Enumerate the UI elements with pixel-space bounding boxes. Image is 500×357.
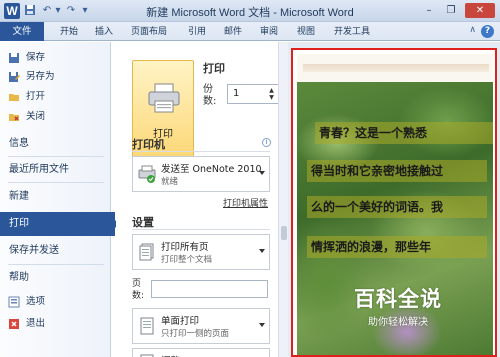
sidebar-item-label: 保存 xyxy=(26,52,46,63)
print-sides-select[interactable]: 单面打印 只打印一侧的页面 xyxy=(132,308,270,344)
info-icon[interactable]: i xyxy=(262,138,271,147)
sidebar-item-label: 打开 xyxy=(26,91,46,102)
page-header-band xyxy=(303,64,489,72)
printer-status: 就绪 xyxy=(161,177,179,187)
sidebar-item-new[interactable]: 新建 xyxy=(0,185,111,209)
options-icon xyxy=(8,296,20,308)
tab-file[interactable]: 文件 xyxy=(0,22,44,41)
single-side-icon xyxy=(140,317,154,335)
ribbon-minimize-icon[interactable]: ∧ xyxy=(469,25,476,35)
sidebar-item-save-as[interactable]: 另存为 xyxy=(0,67,111,87)
watermark-subtitle: 助你轻松解决 xyxy=(368,317,428,328)
settings-scrollbar[interactable] xyxy=(278,42,288,357)
collate-label: 调整 xyxy=(161,353,180,357)
chevron-down-icon xyxy=(259,171,265,175)
sidebar-item-label: 关闭 xyxy=(26,111,46,122)
scrollbar-thumb[interactable] xyxy=(281,226,287,240)
tab-page-layout[interactable]: 页面布局 xyxy=(131,25,167,39)
tab-developer[interactable]: 开发工具 xyxy=(334,25,370,39)
sidebar-divider xyxy=(8,182,104,183)
collate-select[interactable]: 调整 xyxy=(132,348,270,357)
backstage-sidebar: 保存 另存为 打开 关闭 信息 最近所用文件 新建 打印 保存并发送 帮助 选项… xyxy=(0,42,119,357)
collate-icon xyxy=(140,354,154,357)
sidebar-item-close[interactable]: 关闭 xyxy=(0,107,111,127)
redo-icon[interactable]: ↷ xyxy=(64,4,78,18)
tab-home[interactable]: 开始 xyxy=(60,25,78,39)
print-range-label: 打印所有页 xyxy=(161,242,209,253)
sidebar-item-save-send[interactable]: 保存并发送 xyxy=(0,239,111,263)
print-sides-label: 单面打印 xyxy=(161,316,200,327)
word-app-icon[interactable]: W xyxy=(4,3,20,19)
ribbon-tab-bar: 文件 开始 插入 页面布局 引用 邮件 审阅 视图 开发工具 ∧ ? xyxy=(0,22,500,41)
close-folder-icon xyxy=(8,111,20,123)
save-icon xyxy=(8,52,20,64)
sidebar-divider xyxy=(8,264,104,265)
preview-text-line: 青春？这是一个熟悉 xyxy=(315,122,493,144)
printer-icon xyxy=(138,165,156,183)
print-heading: 打印 xyxy=(203,62,225,75)
close-icon[interactable]: ✕ xyxy=(465,3,495,18)
minimize-icon[interactable]: – xyxy=(420,3,438,18)
section-divider xyxy=(132,229,270,230)
settings-heading: 设置 xyxy=(132,216,154,229)
tab-references[interactable]: 引用 xyxy=(188,25,206,39)
watermark: 百科全说 助你轻松解决 xyxy=(338,283,458,331)
chevron-down-icon xyxy=(259,249,265,253)
preview-text-line: 得当时和它亲密地接触过 xyxy=(307,160,487,182)
save-as-icon xyxy=(8,71,20,83)
pages-input[interactable] xyxy=(151,280,268,298)
title-bar: W ↶ ▾ ↷ ▾ 新建 Microsoft Word 文档 - Microso… xyxy=(0,0,500,22)
print-range-description: 打印整个文档 xyxy=(161,255,213,265)
tab-mailings[interactable]: 邮件 xyxy=(224,25,242,39)
restore-icon[interactable]: ❐ xyxy=(442,3,460,18)
sidebar-item-label: 选项 xyxy=(26,296,46,307)
sidebar-item-save[interactable]: 保存 xyxy=(0,48,111,68)
sidebar-divider xyxy=(8,156,104,157)
pages-label: 页数: xyxy=(132,279,145,301)
printer-name: 发送至 OneNote 2010 xyxy=(161,164,262,175)
print-sides-description: 只打印一侧的页面 xyxy=(161,329,230,339)
save-icon[interactable] xyxy=(24,4,36,18)
print-range-select[interactable]: 打印所有页 打印整个文档 xyxy=(132,234,270,270)
watermark-title: 百科全说 xyxy=(354,287,442,311)
print-settings-panel: 打印 打印 份数: 1 ▲ ▼ 打印机 i 发送至 OneNote 2010 就绪… xyxy=(116,42,279,357)
chevron-down-icon xyxy=(259,323,265,327)
printer-select[interactable]: 发送至 OneNote 2010 就绪 xyxy=(132,156,270,192)
open-folder-icon xyxy=(8,91,20,103)
document-pages-icon xyxy=(139,243,154,261)
tab-review[interactable]: 审阅 xyxy=(260,25,278,39)
printer-icon xyxy=(148,83,180,113)
copies-value: 1 xyxy=(233,88,240,99)
sidebar-item-label: 退出 xyxy=(26,318,46,329)
undo-dropdown-icon[interactable]: ▾ xyxy=(54,4,62,18)
sidebar-item-exit[interactable]: 退出 xyxy=(0,314,111,334)
tab-view[interactable]: 视图 xyxy=(297,25,315,39)
help-icon[interactable]: ? xyxy=(481,25,494,38)
copies-label: 份数: xyxy=(203,84,217,107)
section-divider xyxy=(132,151,270,152)
spin-arrows-icon[interactable]: ▲ ▼ xyxy=(267,87,276,102)
sidebar-item-info[interactable]: 信息 xyxy=(0,132,111,156)
sidebar-item-open[interactable]: 打开 xyxy=(0,87,111,107)
printer-heading: 打印机 xyxy=(132,138,165,151)
copies-stepper[interactable]: 1 ▲ ▼ xyxy=(227,84,279,104)
sidebar-item-print[interactable]: 打印 xyxy=(0,212,119,236)
customize-icon[interactable]: ▾ xyxy=(80,4,90,18)
tab-insert[interactable]: 插入 xyxy=(95,25,113,39)
undo-icon[interactable]: ↶ xyxy=(40,4,54,18)
sidebar-item-recent[interactable]: 最近所用文件 xyxy=(0,158,111,182)
sidebar-item-label: 另存为 xyxy=(26,71,55,82)
preview-text-line: 情挥洒的浪漫，那些年 xyxy=(307,236,487,258)
exit-icon xyxy=(8,318,20,330)
printer-properties-link[interactable]: 打印机属性 xyxy=(223,196,268,209)
sidebar-item-options[interactable]: 选项 xyxy=(0,292,111,312)
window-title: 新建 Microsoft Word 文档 - Microsoft Word xyxy=(146,7,354,19)
preview-text-line: 么的一个美好的词语。我 xyxy=(307,196,487,218)
sidebar-item-help[interactable]: 帮助 xyxy=(0,266,111,290)
